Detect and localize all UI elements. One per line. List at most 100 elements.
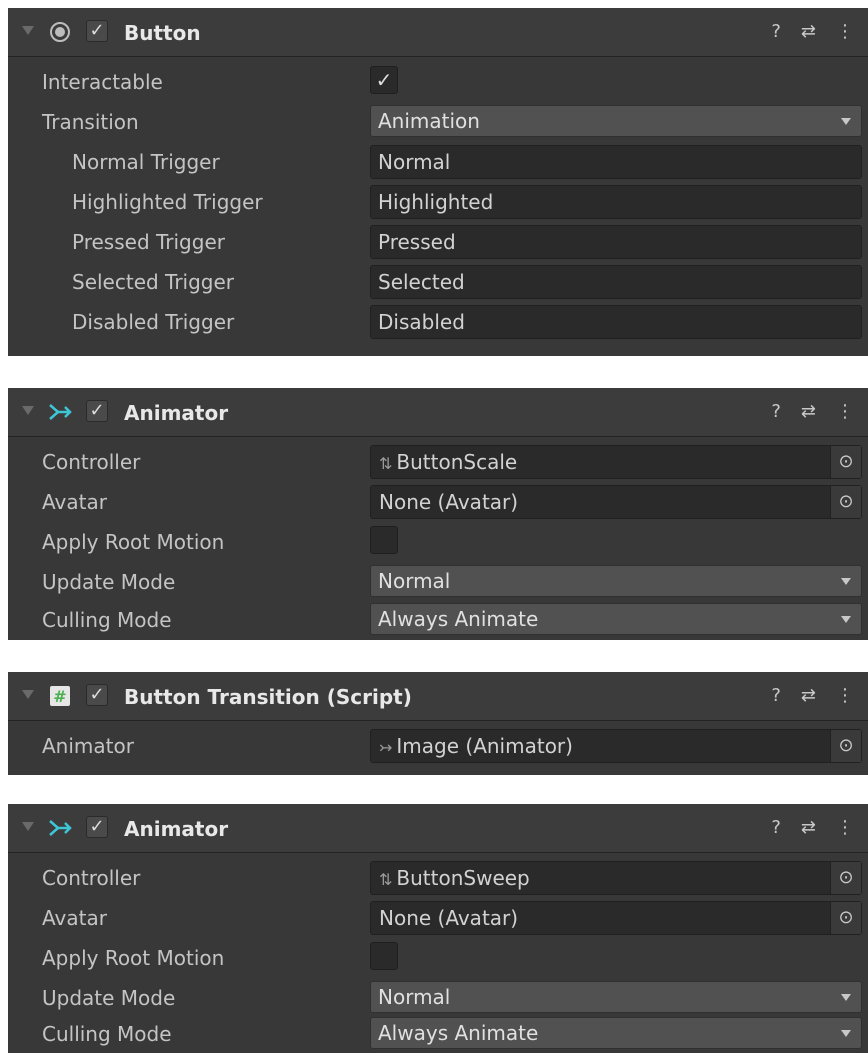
culling-mode-value: Always Animate — [378, 1021, 539, 1045]
component-title: Button — [124, 21, 201, 45]
animator-component-header[interactable]: ✓ Animator ? ⇄ ⋮ — [8, 388, 868, 437]
normal-trigger-field[interactable]: Normal — [370, 145, 862, 179]
controller-label: Controller — [42, 450, 141, 474]
button-component-panel: ✓ Button ? ⇄ ⋮ Interactable ✓ Transition… — [8, 8, 868, 356]
selected-trigger-label: Selected Trigger — [72, 270, 235, 294]
animator-reference-row: Animator ↣ Image (Animator) ⊙ — [8, 728, 868, 763]
animator-icon — [49, 404, 72, 420]
help-icon[interactable]: ? — [771, 686, 781, 706]
animator-component-panel: ✓ Animator ? ⇄ ⋮ Controller ⇅ ButtonScale… — [8, 388, 868, 640]
help-icon[interactable]: ? — [771, 22, 781, 42]
culling-mode-row: Culling Mode Always Animate — [8, 602, 868, 636]
component-enabled-checkbox[interactable]: ✓ — [86, 400, 108, 422]
avatar-label: Avatar — [42, 490, 107, 514]
foldout-arrow-icon[interactable] — [22, 406, 34, 415]
update-mode-dropdown[interactable]: Normal — [370, 565, 862, 597]
highlighted-trigger-label: Highlighted Trigger — [72, 190, 263, 214]
update-mode-label: Update Mode — [42, 570, 176, 594]
avatar-object-field[interactable]: None (Avatar) ⊙ — [370, 485, 862, 519]
apply-root-motion-row: Apply Root Motion — [8, 524, 868, 558]
controller-object-field[interactable]: ⇅ ButtonSweep ⊙ — [370, 861, 862, 895]
animator-controller-icon: ⇅ — [379, 870, 393, 889]
apply-root-motion-label: Apply Root Motion — [42, 946, 225, 970]
update-mode-label: Update Mode — [42, 986, 176, 1010]
animator-small-icon: ↣ — [379, 738, 393, 757]
component-enabled-checkbox[interactable]: ✓ — [86, 816, 108, 838]
avatar-row: Avatar None (Avatar) ⊙ — [8, 484, 868, 519]
avatar-object-field[interactable]: None (Avatar) ⊙ — [370, 901, 862, 935]
normal-trigger-row: Normal Trigger Normal — [8, 144, 868, 179]
controller-value: ButtonSweep — [396, 866, 530, 890]
apply-root-motion-checkbox[interactable] — [370, 942, 398, 970]
pressed-trigger-row: Pressed Trigger Pressed — [8, 224, 868, 259]
culling-mode-label: Culling Mode — [42, 1022, 172, 1046]
highlighted-trigger-row: Highlighted Trigger Highlighted — [8, 184, 868, 219]
culling-mode-value: Always Animate — [378, 607, 539, 631]
controller-row: Controller ⇅ ButtonSweep ⊙ — [8, 860, 868, 895]
more-options-icon[interactable]: ⋮ — [836, 22, 854, 42]
culling-mode-row: Culling Mode Always Animate — [8, 1016, 868, 1050]
transition-dropdown[interactable]: Animation — [370, 105, 862, 137]
foldout-arrow-icon[interactable] — [22, 822, 34, 831]
apply-root-motion-row: Apply Root Motion — [8, 940, 868, 974]
interactable-row: Interactable ✓ — [8, 64, 868, 98]
culling-mode-dropdown[interactable]: Always Animate — [370, 603, 862, 635]
more-options-icon[interactable]: ⋮ — [836, 686, 854, 706]
interactable-label: Interactable — [42, 70, 163, 94]
animator-reference-value: Image (Animator) — [396, 734, 573, 758]
update-mode-dropdown[interactable]: Normal — [370, 981, 862, 1013]
dropdown-caret-icon — [841, 616, 851, 623]
highlighted-trigger-field[interactable]: Highlighted — [370, 185, 862, 219]
controller-object-field[interactable]: ⇅ ButtonScale ⊙ — [370, 445, 862, 479]
button-component-icon — [50, 22, 70, 42]
object-picker-icon[interactable]: ⊙ — [830, 730, 861, 762]
animator-reference-field[interactable]: ↣ Image (Animator) ⊙ — [370, 729, 862, 763]
object-picker-icon[interactable]: ⊙ — [830, 902, 861, 934]
object-picker-icon[interactable]: ⊙ — [830, 446, 861, 478]
button-transition-header[interactable]: # ✓ Button Transition (Script) ? ⇄ ⋮ — [8, 672, 868, 721]
foldout-arrow-icon[interactable] — [22, 26, 34, 35]
presets-settings-icon[interactable]: ⇄ — [801, 402, 816, 422]
dropdown-caret-icon — [841, 994, 851, 1001]
more-options-icon[interactable]: ⋮ — [836, 818, 854, 838]
update-mode-row: Update Mode Normal — [8, 564, 868, 598]
avatar-label: Avatar — [42, 906, 107, 930]
pressed-trigger-field[interactable]: Pressed — [370, 225, 862, 259]
dropdown-caret-icon — [841, 578, 851, 585]
presets-settings-icon[interactable]: ⇄ — [801, 818, 816, 838]
apply-root-motion-checkbox[interactable] — [370, 526, 398, 554]
animator-component-header[interactable]: ✓ Animator ? ⇄ ⋮ — [8, 804, 868, 853]
component-enabled-checkbox[interactable]: ✓ — [86, 20, 108, 42]
presets-settings-icon[interactable]: ⇄ — [801, 22, 816, 42]
component-title: Button Transition (Script) — [124, 685, 412, 709]
avatar-value: None (Avatar) — [379, 906, 519, 930]
avatar-value: None (Avatar) — [379, 490, 519, 514]
interactable-checkbox[interactable]: ✓ — [370, 66, 398, 94]
help-icon[interactable]: ? — [771, 818, 781, 838]
controller-label: Controller — [42, 866, 141, 890]
dropdown-caret-icon — [841, 1030, 851, 1037]
disabled-trigger-field[interactable]: Disabled — [370, 305, 862, 339]
transition-row: Transition Animation — [8, 104, 868, 138]
animator-icon — [49, 820, 72, 836]
more-options-icon[interactable]: ⋮ — [836, 402, 854, 422]
presets-settings-icon[interactable]: ⇄ — [801, 686, 816, 706]
controller-row: Controller ⇅ ButtonScale ⊙ — [8, 444, 868, 479]
culling-mode-label: Culling Mode — [42, 608, 172, 632]
foldout-arrow-icon[interactable] — [22, 690, 34, 699]
component-enabled-checkbox[interactable]: ✓ — [86, 684, 108, 706]
component-title: Animator — [124, 401, 229, 425]
update-mode-row: Update Mode Normal — [8, 980, 868, 1014]
culling-mode-dropdown[interactable]: Always Animate — [370, 1017, 862, 1049]
selected-trigger-field[interactable]: Selected — [370, 265, 862, 299]
button-transition-script-panel: # ✓ Button Transition (Script) ? ⇄ ⋮ Ani… — [8, 672, 868, 775]
animator-reference-label: Animator — [42, 734, 134, 758]
help-icon[interactable]: ? — [771, 402, 781, 422]
controller-value: ButtonScale — [396, 450, 518, 474]
animator-controller-icon: ⇅ — [379, 454, 393, 473]
animator-component-panel-2: ✓ Animator ? ⇄ ⋮ Controller ⇅ ButtonSweep… — [8, 804, 868, 1053]
object-picker-icon[interactable]: ⊙ — [830, 862, 861, 894]
object-picker-icon[interactable]: ⊙ — [830, 486, 861, 518]
dropdown-caret-icon — [841, 118, 851, 125]
button-component-header[interactable]: ✓ Button ? ⇄ ⋮ — [8, 8, 868, 57]
